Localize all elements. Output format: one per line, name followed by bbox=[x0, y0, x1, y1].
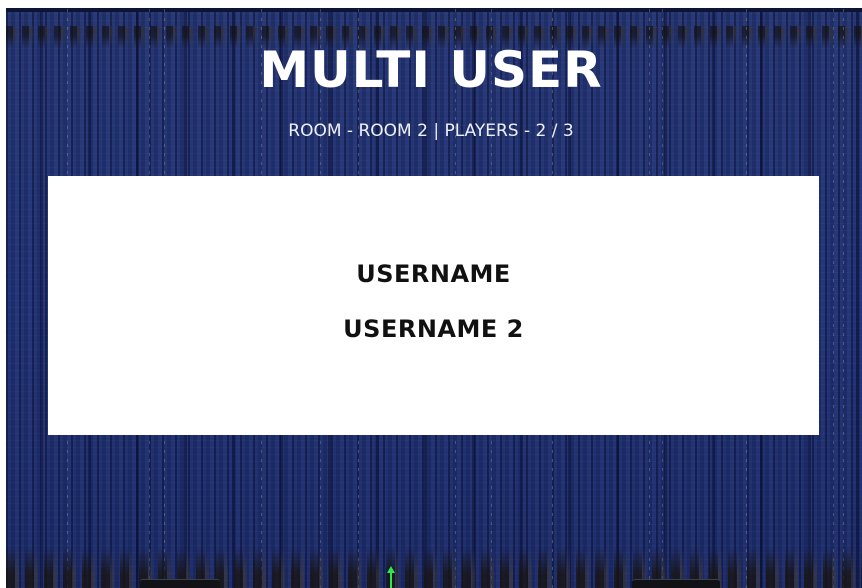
bottom-left-button[interactable] bbox=[140, 579, 220, 588]
screen-title: MULTI USER bbox=[259, 41, 603, 99]
player-username-2: USERNAME 2 bbox=[343, 315, 524, 343]
players-panel: USERNAME USERNAME 2 bbox=[48, 176, 819, 435]
player-list: USERNAME USERNAME 2 bbox=[48, 260, 819, 370]
room-info-text: ROOM - ROOM 2 | PLAYERS - 2 / 3 bbox=[288, 121, 574, 141]
up-arrow-icon bbox=[387, 566, 395, 588]
bottom-right-button[interactable] bbox=[632, 579, 720, 588]
player-username-1: USERNAME bbox=[356, 260, 511, 288]
rust-band-bottom bbox=[6, 548, 862, 588]
multi-user-screen: MULTI USER ROOM - ROOM 2 | PLAYERS - 2 /… bbox=[0, 0, 862, 588]
